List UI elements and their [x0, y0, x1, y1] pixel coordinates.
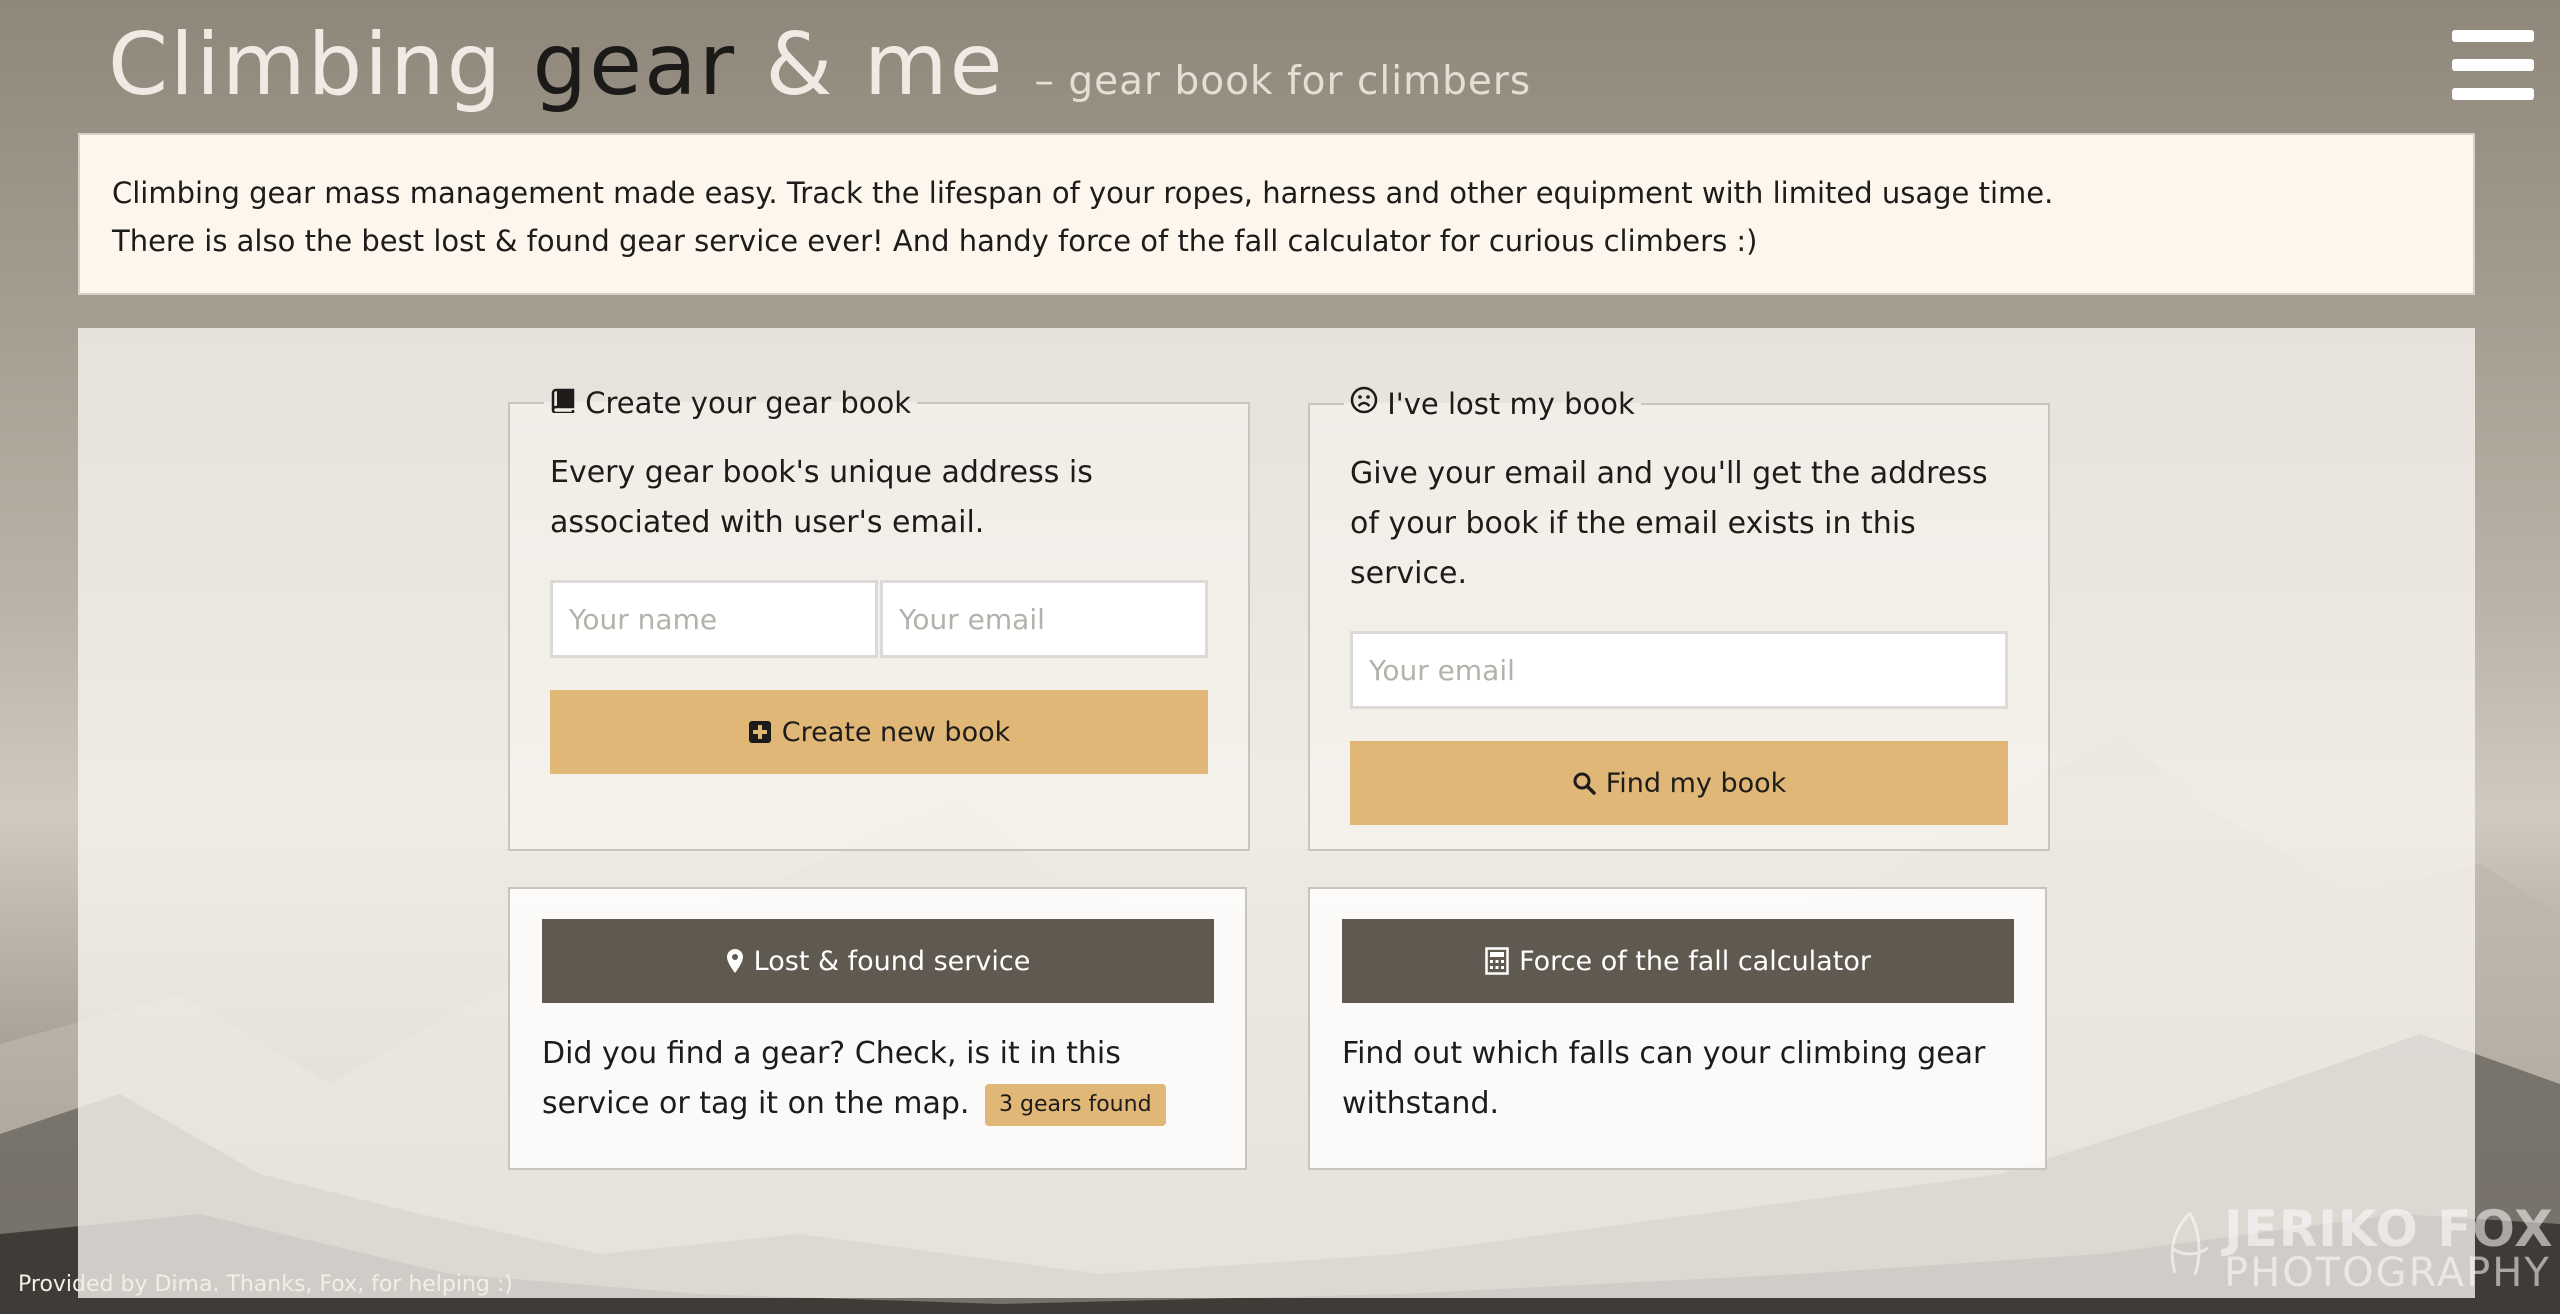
calculator-icon	[1485, 947, 1509, 975]
create-new-book-button[interactable]: Create new book	[550, 690, 1208, 774]
find-my-book-button[interactable]: Find my book	[1350, 741, 2008, 825]
lost-book-legend-label: I've lost my book	[1387, 387, 1635, 421]
title-part-3: & me	[736, 15, 1005, 115]
create-book-description: Every gear book's unique address is asso…	[550, 455, 1093, 540]
force-calculator-label: Force of the fall calculator	[1519, 945, 1871, 977]
lost-book-panel: I've lost my book Give your email and yo…	[1308, 386, 2050, 851]
map-marker-icon	[726, 948, 744, 974]
intro-line-2: There is also the best lost & found gear…	[112, 224, 1758, 258]
force-calculator-button[interactable]: Force of the fall calculator	[1342, 919, 2014, 1003]
lost-found-card: Lost & found service Did you find a gear…	[508, 887, 1247, 1170]
create-book-legend-label: Create your gear book	[585, 386, 912, 420]
gears-found-badge[interactable]: 3 gears found	[985, 1083, 1166, 1126]
create-new-book-label: Create new book	[781, 716, 1011, 748]
lost-found-button[interactable]: Lost & found service	[542, 919, 1214, 1003]
title-part-2: gear	[532, 15, 737, 115]
hamburger-menu-icon[interactable]	[2452, 30, 2534, 100]
book-icon	[550, 386, 585, 420]
frown-icon	[1350, 386, 1387, 421]
plus-square-icon	[748, 720, 772, 744]
title-part-1: Climbing	[108, 15, 533, 115]
create-book-panel: Create your gear book Every gear book's …	[508, 386, 1250, 851]
force-calculator-description: Find out which falls can your climbing g…	[1342, 1036, 1986, 1121]
site-subtitle: – gear book for climbers	[1034, 59, 1532, 104]
menu-bar	[2452, 88, 2534, 100]
create-book-legend: Create your gear book	[544, 386, 917, 420]
site-header: Climbing gear & me – gear book for climb…	[108, 0, 1531, 130]
find-my-book-label: Find my book	[1605, 767, 1787, 799]
create-book-inputs	[550, 580, 1208, 658]
watermark-line-2: PHOTOGRAPHY	[2224, 1250, 2551, 1296]
lost-book-description: Give your email and you'll get the addre…	[1350, 456, 1988, 591]
lost-email-input[interactable]	[1350, 631, 2008, 709]
lost-book-inputs	[1350, 631, 2008, 709]
site-title: Climbing gear & me	[108, 0, 1005, 130]
fox-logo-icon	[2170, 1211, 2209, 1276]
search-icon	[1572, 771, 1596, 795]
menu-bar	[2452, 30, 2534, 42]
intro-line-1: Climbing gear mass management made easy.…	[112, 176, 2054, 210]
photographer-watermark: JERIKO FOX PHOTOGRAPHY	[2160, 1198, 2553, 1298]
intro-panel: Climbing gear mass management made easy.…	[78, 133, 2475, 295]
force-calculator-card: Force of the fall calculator Find out wh…	[1308, 887, 2047, 1170]
footer-credit: Provided by Dima. Thanks, Fox, for helpi…	[18, 1272, 513, 1297]
lost-book-legend: I've lost my book	[1344, 386, 1641, 421]
name-input[interactable]	[550, 580, 878, 658]
main-content	[78, 328, 2475, 1298]
lost-found-label: Lost & found service	[753, 945, 1031, 977]
create-email-input[interactable]	[880, 580, 1208, 658]
menu-bar	[2452, 59, 2534, 71]
lost-found-description: Did you find a gear? Check, is it in thi…	[542, 1029, 1213, 1129]
